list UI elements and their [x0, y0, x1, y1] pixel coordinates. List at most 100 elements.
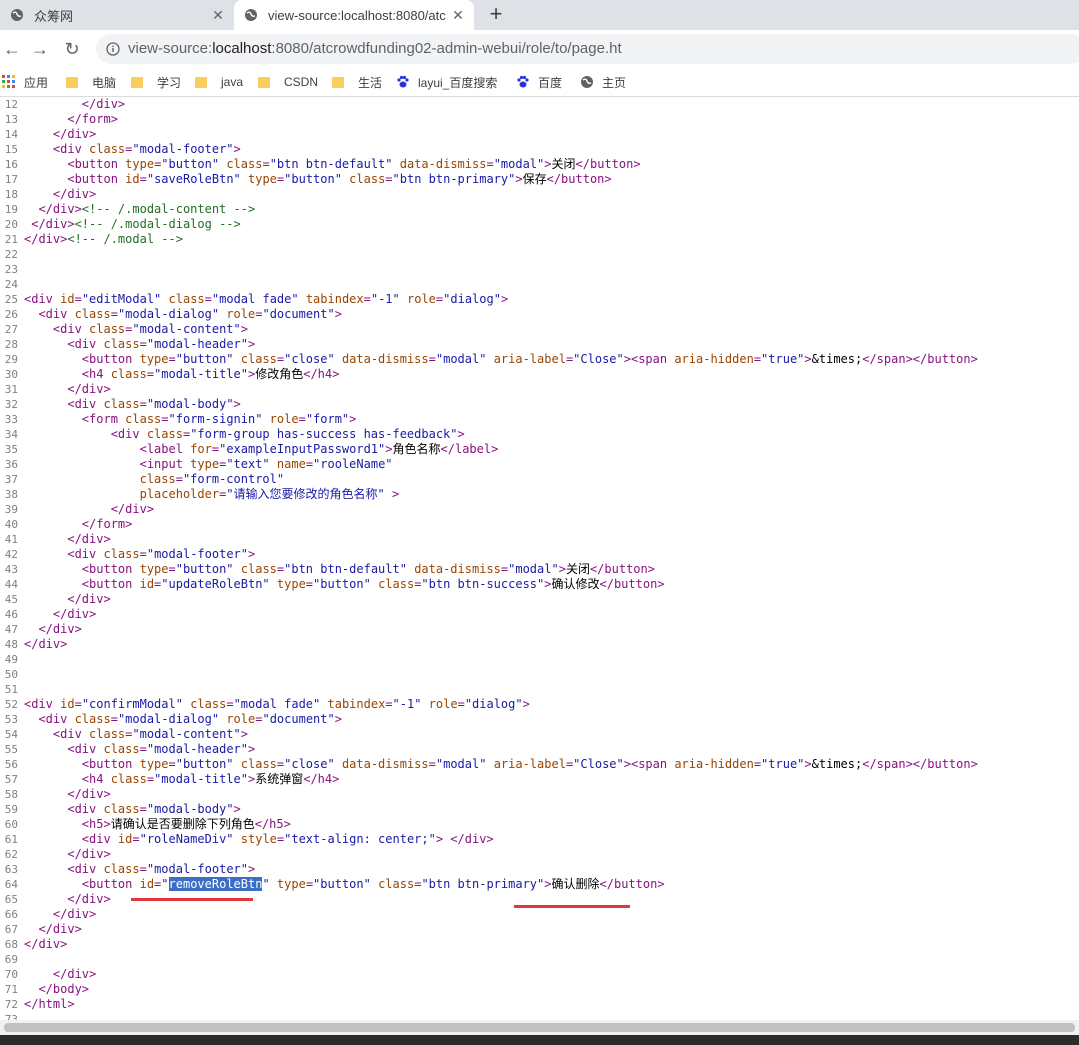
code-token: </div> [24, 502, 155, 516]
reload-icon[interactable]: ↻ [60, 37, 84, 61]
code-token: "btn btn-primary" [392, 172, 516, 186]
line-source: <div class="modal-content"> [24, 322, 248, 337]
code-token: = [262, 157, 270, 171]
code-token: "modal fade" [233, 697, 321, 711]
line-number: 44 [4, 578, 18, 591]
address-bar[interactable]: view-source:localhost:8080/atcrowdfundin… [96, 34, 1079, 64]
bookmark-home[interactable]: 主页 [580, 73, 626, 91]
code-token: = [139, 172, 147, 186]
code-token: "btn btn-success" [421, 577, 545, 591]
line-number: 45 [4, 593, 18, 606]
line-source: <h4 class="modal-title">系统弹窗</h4> [24, 772, 340, 787]
code-token: = [132, 832, 140, 846]
code-token: </h4> [303, 772, 340, 786]
source-line: 21 </div><!-- /.modal --> [0, 232, 183, 247]
source-line: 55 <div class="modal-header"> [0, 742, 255, 757]
close-icon[interactable]: ✕ [210, 7, 226, 23]
bookmark-folder-shenghuo[interactable]: 生活 [332, 73, 382, 91]
line-number: 26 [4, 308, 18, 321]
code-token: type [139, 562, 169, 576]
code-token: "button" [175, 757, 234, 771]
code-token: placeholder [139, 487, 220, 501]
code-token: > [248, 862, 256, 876]
code-token: role [407, 292, 436, 306]
line-source: </div> [24, 532, 110, 547]
code-token: aria-label [493, 757, 566, 771]
info-icon [106, 42, 120, 56]
code-token: <button [24, 172, 126, 186]
line-source: <button type="button" class="close" data… [24, 352, 978, 367]
code-token: > [334, 712, 342, 726]
line-source: <div id="confirmModal" class="modal fade… [24, 697, 530, 712]
bookmark-folder-xuexi[interactable]: 学习 [131, 73, 181, 91]
line-number: 20 [4, 218, 18, 231]
code-token: 关闭 [551, 157, 576, 171]
code-token: </button> [599, 577, 665, 591]
bookmark-baidu[interactable]: 百度 [516, 73, 562, 91]
code-token: "rooleName" [313, 457, 393, 471]
bookmark-folder-java[interactable]: java [195, 73, 243, 91]
code-token: "-1" [370, 292, 400, 306]
code-token: </form> [24, 517, 133, 531]
bookmark-folder-csdn[interactable]: CSDN [258, 73, 318, 91]
code-token: = [74, 292, 82, 306]
code-token: = [110, 307, 118, 321]
bookmark-layui-baidu[interactable]: layui_百度搜索 [396, 73, 497, 91]
code-token: </div> [24, 907, 97, 921]
line-number: 59 [4, 803, 18, 816]
line-source: </form> [24, 112, 118, 127]
tab-view-source[interactable]: view-source:localhost:8080/atc ✕ [234, 0, 474, 30]
line-number: 30 [4, 368, 18, 381]
code-token: <!-- /.modal-dialog --> [74, 217, 241, 231]
scrollbar-thumb[interactable] [4, 1023, 1075, 1032]
source-code-view[interactable]: 12 </div> 13 </form> 14 </div> 15 <div clas… [0, 97, 1079, 1020]
source-line: 69 [0, 952, 18, 967]
code-token: "modal-footer" [146, 547, 248, 561]
new-tab-button[interactable]: + [484, 3, 508, 27]
source-line: 18 </div> [0, 187, 97, 202]
line-source: <button type="button" class="close" data… [24, 757, 978, 772]
bookmark-apps[interactable]: 应用 [2, 73, 48, 91]
line-number: 14 [4, 128, 18, 141]
code-token: "dialog" [464, 697, 523, 711]
code-token: type [248, 172, 277, 186]
forward-arrow-icon[interactable]: → [28, 37, 52, 61]
code-token: class [89, 727, 126, 741]
bookmark-label: 电脑 [92, 75, 117, 90]
folder-icon [195, 76, 207, 88]
line-source: <div class="modal-footer"> [24, 547, 255, 562]
source-line: 29 <button type="button" class="close" d… [0, 352, 978, 367]
code-token: "button" [175, 562, 234, 576]
code-token: <div [24, 427, 147, 441]
line-number: 18 [4, 188, 18, 201]
line-number: 65 [4, 893, 18, 906]
bookmark-folder-diannao[interactable]: 电脑 [66, 73, 116, 91]
apps-grid-icon [2, 75, 15, 88]
tab-zhongchou[interactable]: 众筹网 ✕ [0, 0, 234, 30]
code-token: "button" [161, 157, 220, 171]
source-line: 37 class="form-control" [0, 472, 284, 487]
bookmarks-bar: 应用 电脑 学习 java CSDN 生活 layui_百度搜索 百度 主页 [0, 68, 1079, 97]
source-line: 24 [0, 277, 18, 292]
back-arrow-icon[interactable]: ← [0, 37, 24, 61]
code-token: </span></button> [862, 757, 978, 771]
line-source: <div class="modal-header"> [24, 337, 255, 352]
code-token: "document" [262, 307, 335, 321]
line-source: </div> [24, 502, 154, 517]
line-number: 53 [4, 713, 18, 726]
source-line: 68 </div> [0, 937, 68, 952]
line-source: <div class="form-group has-success has-f… [24, 427, 465, 442]
close-icon[interactable]: ✕ [450, 7, 466, 23]
line-number: 27 [4, 323, 18, 336]
line-source: <div class="modal-footer"> [24, 142, 241, 157]
horizontal-scrollbar[interactable] [0, 1020, 1079, 1035]
code-token: class [103, 547, 140, 561]
code-token: style [240, 832, 277, 846]
code-token: = [146, 772, 155, 786]
